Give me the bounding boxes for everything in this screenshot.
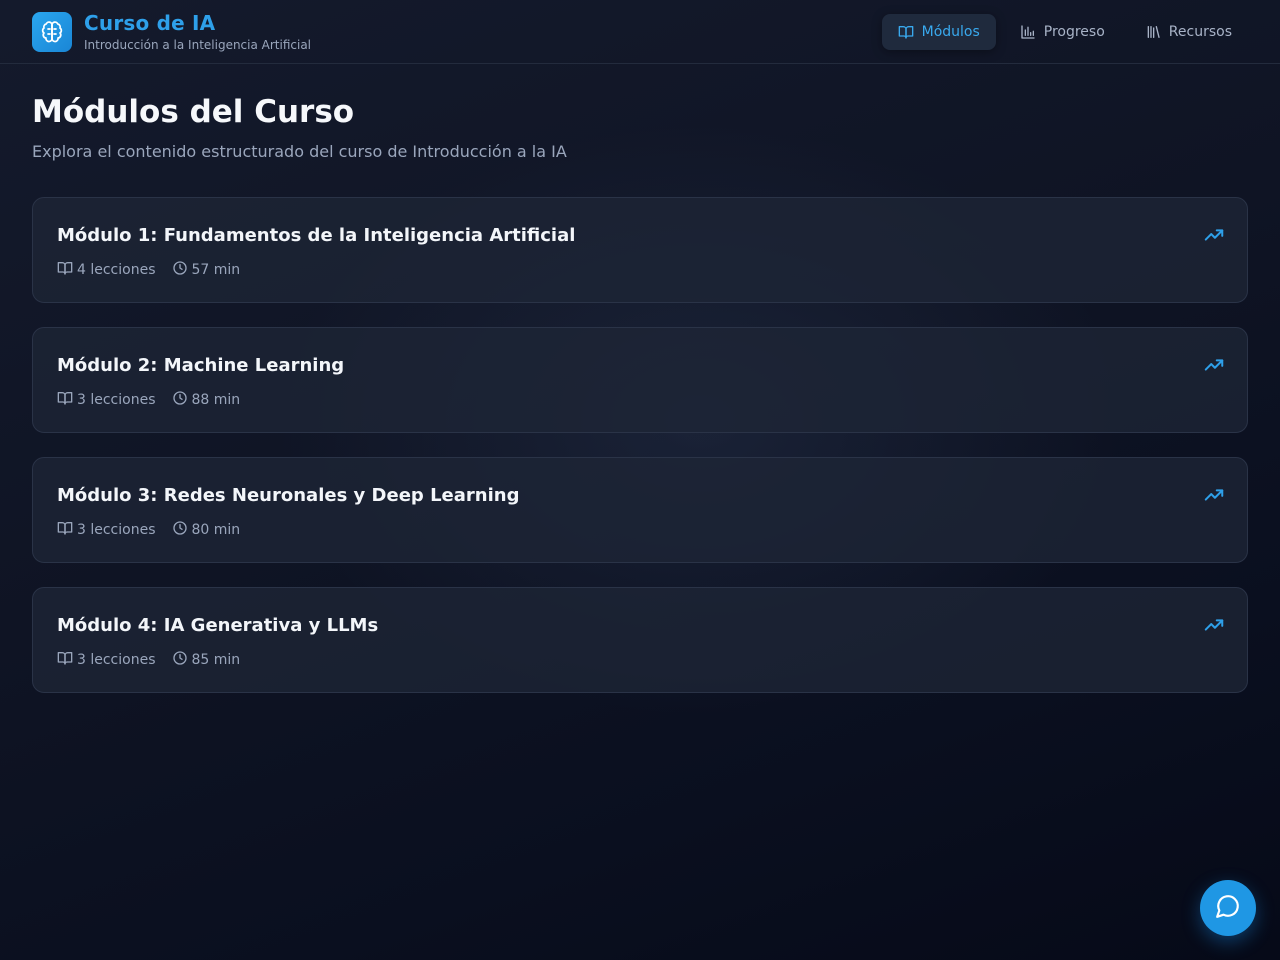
nav-label: Recursos: [1168, 24, 1232, 40]
duration: 85 min: [172, 650, 241, 670]
clock-icon: [172, 390, 188, 410]
duration: 57 min: [172, 260, 241, 280]
clock-icon: [172, 650, 188, 670]
module-card[interactable]: Módulo 2: Machine Learning 3 lecciones 8…: [32, 327, 1248, 433]
bar-chart-icon: [1020, 24, 1036, 40]
page-subtitle: Explora el contenido estructurado del cu…: [32, 142, 567, 161]
module-title: Módulo 3: Redes Neuronales y Deep Learni…: [57, 485, 520, 506]
book-open-icon: [57, 390, 73, 410]
module-meta: 4 lecciones 57 min: [57, 260, 240, 280]
module-title: Módulo 4: IA Generativa y LLMs: [57, 615, 379, 636]
top-header: Curso de IA Introducción a la Inteligenc…: [0, 0, 1280, 64]
lessons-count: 3 lecciones: [57, 650, 156, 670]
module-title: Módulo 1: Fundamentos de la Inteligencia…: [57, 225, 576, 246]
module-list: Módulo 1: Fundamentos de la Inteligencia…: [32, 197, 1248, 717]
chat-button[interactable]: [1200, 880, 1256, 936]
lessons-count: 3 lecciones: [57, 390, 156, 410]
duration-label: 85 min: [191, 652, 241, 668]
book-open-icon: [57, 260, 73, 280]
page-title: Módulos del Curso: [32, 94, 355, 130]
lessons-count: 3 lecciones: [57, 520, 156, 540]
duration: 88 min: [172, 390, 241, 410]
module-card[interactable]: Módulo 4: IA Generativa y LLMs 3 leccion…: [32, 587, 1248, 693]
trending-up-icon: [1203, 224, 1225, 250]
module-title: Módulo 2: Machine Learning: [57, 355, 345, 376]
lessons-count: 4 lecciones: [57, 260, 156, 280]
nav-item-recursos[interactable]: Recursos: [1129, 14, 1248, 50]
nav-item-modulos[interactable]: Módulos: [881, 14, 996, 50]
module-card[interactable]: Módulo 3: Redes Neuronales y Deep Learni…: [32, 457, 1248, 563]
lessons-label: 3 lecciones: [77, 652, 156, 668]
book-open-icon: [57, 650, 73, 670]
module-meta: 3 lecciones 80 min: [57, 520, 240, 540]
lessons-label: 4 lecciones: [77, 262, 156, 278]
brain-icon[interactable]: [32, 12, 72, 52]
nav-item-progreso[interactable]: Progreso: [1004, 14, 1121, 50]
lessons-label: 3 lecciones: [77, 522, 156, 538]
book-open-icon: [57, 520, 73, 540]
book-open-icon: [898, 24, 914, 40]
brand-title[interactable]: Curso de IA: [84, 11, 215, 35]
trending-up-icon: [1203, 354, 1225, 380]
clock-icon: [172, 520, 188, 540]
nav-label: Módulos: [921, 24, 980, 40]
message-circle-icon: [1215, 893, 1241, 923]
brand-subtitle: Introducción a la Inteligencia Artificia…: [84, 38, 312, 52]
duration-label: 80 min: [191, 522, 241, 538]
library-icon: [1145, 24, 1161, 40]
module-meta: 3 lecciones 85 min: [57, 650, 240, 670]
duration: 80 min: [172, 520, 241, 540]
duration-label: 57 min: [191, 262, 241, 278]
module-card[interactable]: Módulo 1: Fundamentos de la Inteligencia…: [32, 197, 1248, 303]
main-nav: Módulos Progreso Recursos: [881, 14, 1248, 50]
clock-icon: [172, 260, 188, 280]
nav-label: Progreso: [1043, 24, 1105, 40]
duration-label: 88 min: [191, 392, 241, 408]
module-meta: 3 lecciones 88 min: [57, 390, 240, 410]
trending-up-icon: [1203, 484, 1225, 510]
lessons-label: 3 lecciones: [77, 392, 156, 408]
trending-up-icon: [1203, 614, 1225, 640]
